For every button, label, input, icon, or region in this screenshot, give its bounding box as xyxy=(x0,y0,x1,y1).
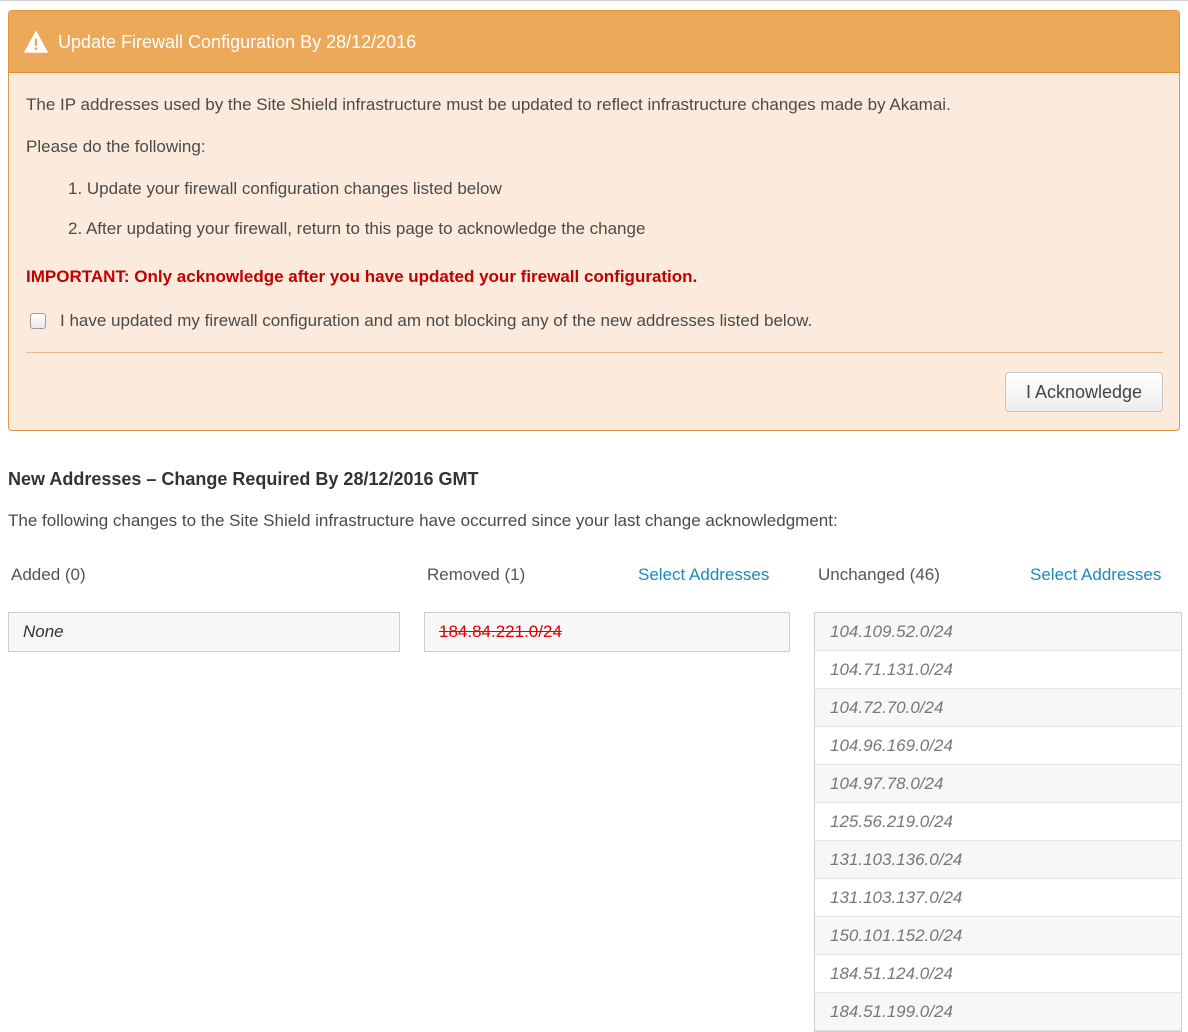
unchanged-address-item: 150.101.152.0/24 xyxy=(815,917,1181,955)
warning-icon xyxy=(24,30,48,53)
notice-title: Update Firewall Configuration By 28/12/2… xyxy=(58,31,417,52)
unchanged-address-item: 184.51.199.0/24 xyxy=(815,993,1181,1031)
instruction-step: 2. After updating your firewall, return … xyxy=(68,219,646,238)
important-warning: IMPORTANT: Only acknowledge after you ha… xyxy=(26,267,698,286)
top-border xyxy=(0,0,1188,1)
unchanged-label: Unchanged (46) xyxy=(818,565,940,584)
instructions-lead: Please do the following: xyxy=(26,137,206,156)
unchanged-address-item: 104.96.169.0/24 xyxy=(815,727,1181,765)
unchanged-address-item: 104.109.52.0/24 xyxy=(815,613,1181,651)
added-addresses-box: None xyxy=(8,612,400,652)
unchanged-address-item: 104.72.70.0/24 xyxy=(815,689,1181,727)
acknowledge-button[interactable]: I Acknowledge xyxy=(1005,372,1163,412)
addresses-description: The following changes to the Site Shield… xyxy=(8,511,838,530)
unchanged-select-addresses-link[interactable]: Select Addresses xyxy=(1030,564,1161,586)
removed-addresses-box: 184.84.221.0/24 xyxy=(424,612,790,652)
unchanged-addresses-list[interactable]: 104.109.52.0/24 104.71.131.0/24 104.72.7… xyxy=(814,612,1182,1032)
acknowledge-checkbox[interactable] xyxy=(30,313,46,329)
addresses-heading: New Addresses – Change Required By 28/12… xyxy=(8,469,479,489)
added-label: Added (0) xyxy=(11,565,86,584)
unchanged-address-item: 131.103.136.0/24 xyxy=(815,841,1181,879)
removed-address-item: 184.84.221.0/24 xyxy=(439,622,562,641)
removed-select-addresses-link[interactable]: Select Addresses xyxy=(638,564,769,586)
instruction-step: 1. Update your firewall configuration ch… xyxy=(68,179,502,198)
unchanged-address-item: 131.103.137.0/24 xyxy=(815,879,1181,917)
unchanged-address-item: 104.97.78.0/24 xyxy=(815,765,1181,803)
unchanged-address-item: 104.71.131.0/24 xyxy=(815,651,1181,689)
added-address-item: None xyxy=(23,622,64,641)
notice-intro: The IP addresses used by the Site Shield… xyxy=(26,95,951,114)
unchanged-address-item: 184.51.124.0/24 xyxy=(815,955,1181,993)
notice-divider xyxy=(26,352,1163,353)
firewall-update-notice: Update Firewall Configuration By 28/12/2… xyxy=(8,10,1180,431)
unchanged-address-item: 125.56.219.0/24 xyxy=(815,803,1181,841)
removed-label: Removed (1) xyxy=(427,565,526,584)
acknowledge-checkbox-row[interactable]: I have updated my firewall configuration… xyxy=(30,310,812,332)
acknowledge-checkbox-label[interactable]: I have updated my firewall configuration… xyxy=(60,310,812,332)
notice-header: Update Firewall Configuration By 28/12/2… xyxy=(9,11,1179,73)
